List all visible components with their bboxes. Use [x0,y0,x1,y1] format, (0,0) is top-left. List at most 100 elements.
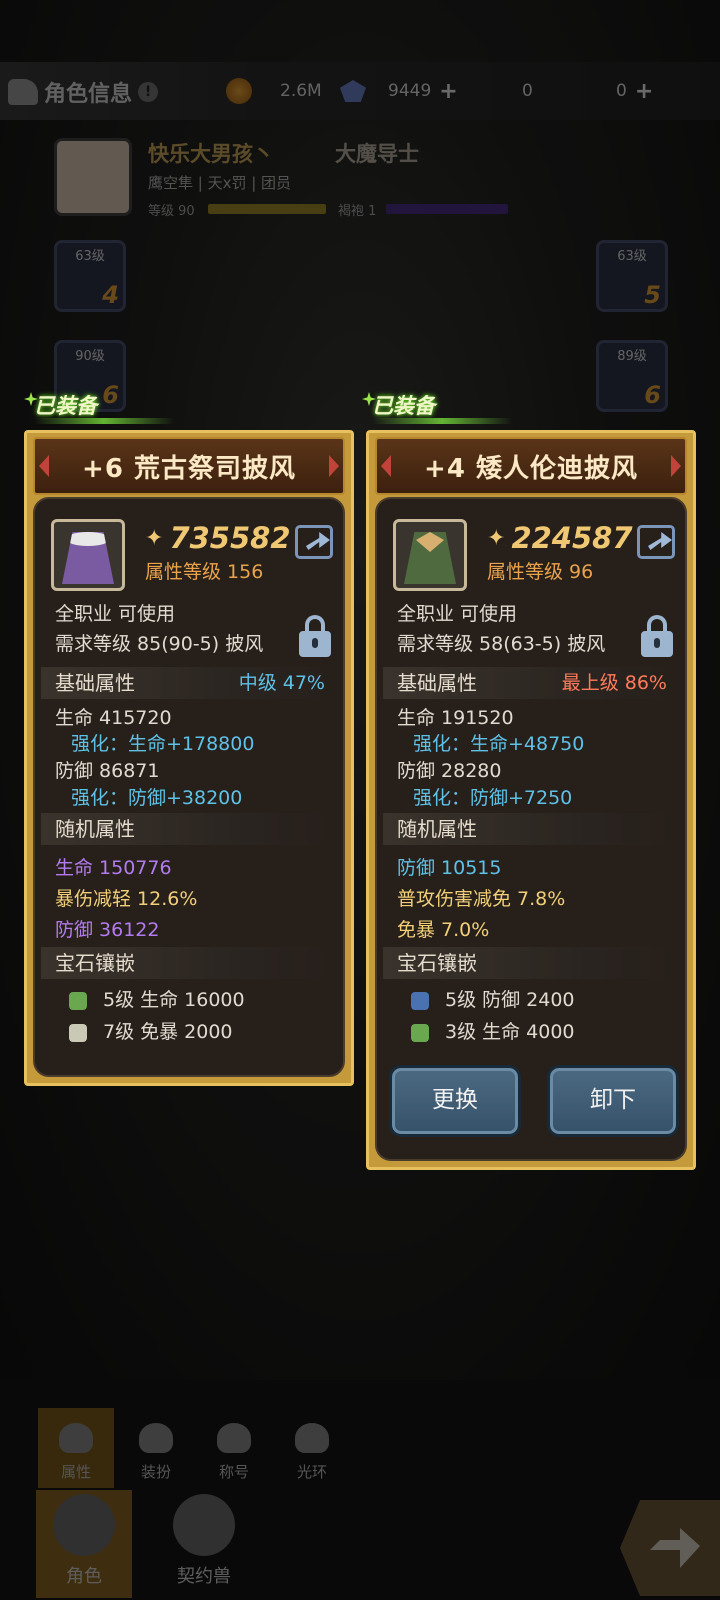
player-level: 等级 90 [148,204,195,219]
enhance-attr: 强化：防御+38200 [71,787,243,809]
tab-attributes[interactable]: 属性 [38,1408,114,1488]
usable-class: 全职业 可使用 [397,603,518,625]
cloak-icon [404,532,456,584]
item-title: +6 荒古祭司披风 [33,437,345,495]
gem-row: 5级 防御 2400 [411,985,575,1012]
ticket2-value: 0 [616,81,627,101]
tab-label: 装扮 [140,1463,171,1481]
cloak-icon [62,532,114,584]
equip-slot[interactable]: 63级 4 [54,240,126,312]
attribute-level: 属性等级 156 [145,561,264,583]
item-card-left: +6 荒古祭司披风 ✦ 735582 属性等级 156 全职业 可使用 需求等级 … [24,430,354,1086]
level-exp-bar [208,204,326,214]
equipped-badge: 已装备 [34,390,174,426]
gem-text: 7级 免暴 2000 [103,1021,233,1043]
gem-header: 宝石镶嵌 [41,947,337,979]
enhance-attr: 强化：生命+48750 [413,733,585,755]
top-bar: 角色信息 ! 2.6M 9449 + 0 0 + [0,62,720,536]
page-title-text: 角色信息 [44,82,133,107]
gold-counter: 2.6M [226,78,322,104]
tab-pet[interactable]: 契约兽 [156,1490,252,1598]
requirement: 需求等级 58(63-5) 披风 [397,633,606,655]
cloak-rank: 褐袍 1 [338,204,377,219]
section-title: 随机属性 [55,817,135,841]
item-icon[interactable] [393,519,467,591]
random-attr: 暴伤减轻 12.6% [55,888,198,910]
tab-label: 光环 [296,1463,327,1481]
base-attr: 生命 191520 [397,707,514,729]
section-title: 基础属性 [397,671,477,695]
tab-label: 称号 [218,1463,249,1481]
tab-outfit[interactable]: 装扮 [118,1408,194,1488]
attribute-level: 属性等级 96 [487,561,594,583]
ticket1-counter: 0 [476,78,533,536]
random-attr: 生命 150776 [55,857,172,879]
tab-character[interactable]: 角色 [36,1490,132,1598]
ticket1-value: 0 [522,81,533,101]
replace-button[interactable]: 更换 [389,1065,521,1137]
info-icon[interactable]: ! [138,82,159,102]
gem-row: 7级 免暴 2000 [69,1017,233,1044]
tab-aura[interactable]: 光环 [274,1408,350,1488]
item-title: +4 矮人伦迪披风 [375,437,687,495]
power-icon: ✦ [145,525,164,551]
crown-icon [217,1423,251,1453]
item-card-right: +4 矮人伦迪披风 ✦ 224587 属性等级 96 全职业 可使用 需求等级 5… [366,430,696,1170]
item-grade: 中级 47% [238,672,325,694]
character-icon [8,79,38,105]
player-avatar[interactable] [54,138,132,216]
base-attr: 生命 415720 [55,707,172,729]
slot-enhance: 4 [102,281,119,309]
enhance-attr: 强化：生命+178800 [71,733,255,755]
paw-icon [173,1494,235,1556]
equip-slot[interactable]: 63级 5 [596,240,668,312]
item-icon[interactable] [51,519,125,591]
player-class: 大魔导士 [335,142,419,166]
item-power: ✦ 735582 [145,521,291,555]
item-body: ✦ 735582 属性等级 156 全职业 可使用 需求等级 85(90-5) 披… [33,497,345,1077]
diamond-counter: 9449 + [340,78,458,104]
lock-icon[interactable] [299,615,331,657]
gem-icon [411,991,429,1010]
section-title: 随机属性 [397,817,477,841]
gem-row: 3级 生命 4000 [411,1017,575,1044]
slot-enhance: 5 [644,281,661,309]
tab-label: 角色 [66,1566,102,1587]
section-title: 基础属性 [55,671,135,695]
gem-text: 3级 生命 4000 [445,1021,575,1043]
section-title: 宝石镶嵌 [397,951,477,975]
person-icon [59,1423,93,1453]
gem-row: 5级 生命 16000 [69,985,245,1012]
gold-coin-icon [226,78,252,104]
add-ticket-button[interactable]: + [635,79,653,104]
ticket2-counter: 0 + [580,78,653,536]
equip-slot[interactable]: 89级 6 [596,340,668,412]
share-arrow-button[interactable] [620,1500,720,1596]
gem-icon [69,1023,87,1042]
gem-text: 5级 防御 2400 [445,989,575,1011]
unequip-button[interactable]: 卸下 [547,1065,679,1137]
gem-icon [69,991,87,1010]
random-attr: 防御 10515 [397,857,502,879]
share-icon[interactable] [295,525,333,559]
halo-icon [295,1423,329,1453]
gem-text: 5级 生命 16000 [103,989,245,1011]
share-icon[interactable] [637,525,675,559]
tab-title[interactable]: 称号 [196,1408,272,1488]
slot-level: 63级 [75,249,105,264]
section-title: 宝石镶嵌 [55,951,135,975]
equipped-badge: 已装备 [372,390,512,426]
power-icon: ✦ [487,525,506,551]
gem-icon [411,1023,429,1042]
power-value: 735582 [169,521,291,555]
tab-label: 契约兽 [177,1566,231,1587]
random-attr: 免暴 7.0% [397,919,490,941]
lock-icon[interactable] [641,615,673,657]
cloak-exp-bar [386,204,508,214]
slot-level: 89级 [617,349,647,364]
base-attributes-header: 基础属性 最上级 86% [383,667,679,699]
item-power: ✦ 224587 [487,521,633,555]
base-attr: 防御 86871 [55,760,160,782]
random-attributes-header: 随机属性 [41,813,337,845]
add-diamond-button[interactable]: + [439,79,457,104]
